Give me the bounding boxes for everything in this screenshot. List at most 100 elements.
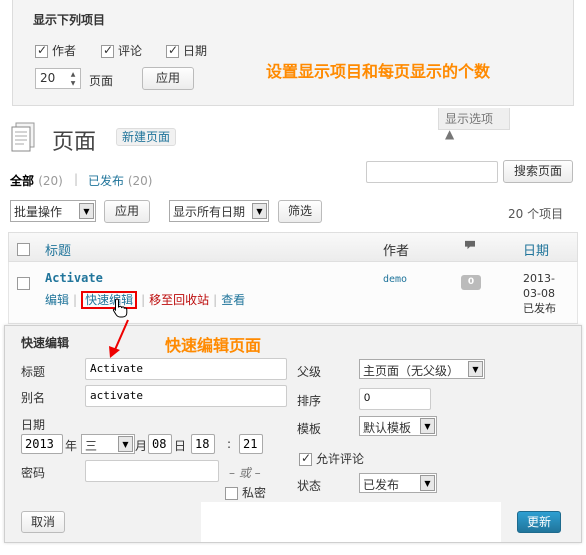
quick-edit-heading: 快速编辑 (21, 336, 70, 350)
date-option-label: 日期 (183, 44, 208, 58)
private-label: 私密 (242, 486, 267, 500)
items-count: 20 个项目 (508, 207, 564, 221)
screen-options-heading: 显示下列项目 (33, 13, 106, 27)
author-checkbox[interactable] (35, 43, 48, 58)
table-header: 标题 作者 日期 (8, 232, 578, 262)
title-field[interactable]: Activate (85, 358, 287, 380)
annotation-arrow-icon (109, 319, 129, 358)
trash-link[interactable]: 移至回收站 (149, 293, 209, 307)
edit-link[interactable]: 编辑 (45, 293, 69, 307)
status-field-label: 状态 (297, 479, 322, 493)
select-all-checkbox[interactable] (17, 243, 30, 256)
show-comments-option[interactable]: 评论 (101, 42, 142, 59)
parent-value: 主页面（无父级） (363, 364, 460, 378)
author-option-label: 作者 (52, 44, 77, 58)
chevron-down-icon: ▼ (468, 361, 483, 377)
order-field-label: 排序 (297, 394, 322, 408)
parent-select[interactable]: 主页面（无父级） ▼ (359, 359, 485, 379)
year-unit-label: 年 (65, 439, 78, 453)
per-page-label: 页面 (89, 74, 114, 88)
year-field[interactable]: 2013 (21, 434, 63, 454)
chevron-down-icon: ▼ (252, 203, 267, 219)
private-checkbox[interactable] (225, 487, 238, 500)
per-page-input[interactable]: 20 ▲ ▼ (35, 68, 81, 89)
status-select[interactable]: 已发布 ▼ (359, 473, 437, 493)
comments-option-label: 评论 (118, 44, 143, 58)
template-field-label: 模板 (297, 422, 322, 436)
quick-edit-annotation: 快速编辑页面 (165, 336, 262, 355)
month-select[interactable]: 三 ▼ (81, 434, 135, 454)
filter-all-link[interactable]: 全部 (20) (10, 172, 63, 189)
filter-separator: | (74, 172, 79, 186)
filter-published-count: (20) (127, 174, 153, 188)
template-value: 默认模板 (363, 421, 412, 435)
day-field[interactable]: 08 (148, 434, 172, 454)
update-button[interactable]: 更新 (517, 511, 561, 533)
month-value: 三 (85, 439, 98, 453)
comments-checkbox[interactable] (101, 43, 114, 58)
row-date: 2013- 03-08 已发布 (523, 272, 556, 315)
search-input[interactable] (366, 161, 498, 183)
date-checkbox[interactable] (166, 43, 179, 58)
chevron-down-icon: ▼ (420, 475, 435, 491)
screen-options-annotation: 设置显示项目和每页显示的个数 (266, 62, 491, 81)
or-separator: – 或 – (229, 466, 261, 480)
day-unit-label: 日 (174, 439, 187, 453)
apply-screen-options-button[interactable]: 应用 (142, 67, 194, 90)
quick-edit-link[interactable]: 快速编辑 (81, 291, 138, 309)
password-field-label: 密码 (21, 466, 46, 480)
status-value: 已发布 (363, 478, 400, 492)
page-title: 页面 (52, 130, 97, 155)
new-page-button[interactable]: 新建页面 (116, 128, 176, 146)
chevron-down-icon: ▼ (118, 436, 133, 452)
screen-options-panel: 显示下列项目 作者 评论 日期 20 ▲ ▼ 页面 应用 设置显示项目和每页显示… (12, 0, 574, 106)
hour-field[interactable]: 18 (191, 434, 215, 454)
spin-up-icon[interactable]: ▲ (67, 70, 79, 79)
filter-published-link[interactable]: 已发布 (20) (88, 172, 152, 189)
column-title-header[interactable]: 标题 (45, 240, 71, 259)
row-checkbox[interactable] (17, 277, 30, 290)
comment-bubble-icon (465, 240, 475, 250)
password-field[interactable] (85, 460, 219, 482)
column-author-header: 作者 (383, 244, 410, 259)
quick-edit-panel: 快速编辑 快速编辑页面 标题 Activate 别名 activate 日期 2… (4, 325, 582, 543)
spin-down-icon[interactable]: ▼ (67, 79, 79, 88)
date-filter-value: 显示所有日期 (173, 205, 246, 219)
row-title-link[interactable]: Activate (45, 271, 103, 285)
template-select[interactable]: 默认模板 ▼ (359, 416, 437, 436)
bulk-actions-select[interactable]: 批量操作 ▼ (10, 200, 96, 222)
title-field-label: 标题 (21, 365, 46, 379)
minute-field[interactable]: 21 (239, 434, 263, 454)
row-actions: 编辑 | 快速编辑 | 移至回收站 | 查看 (45, 291, 246, 309)
private-option[interactable]: 私密 (225, 484, 266, 501)
filter-published-label: 已发布 (88, 174, 125, 188)
allow-comments-option[interactable]: 允许评论 (299, 450, 364, 467)
row-author-link[interactable]: demo (383, 274, 407, 285)
parent-field-label: 父级 (297, 365, 322, 379)
screen-options-toggle[interactable]: 显示选项 ▲ (438, 108, 510, 141)
show-author-option[interactable]: 作者 (35, 42, 76, 59)
show-date-option[interactable]: 日期 (166, 42, 207, 59)
per-page-value: 20 (40, 71, 56, 85)
comment-count-badge[interactable]: 0 (461, 275, 481, 290)
order-field[interactable]: 0 (359, 388, 431, 410)
allow-comments-checkbox[interactable] (299, 451, 312, 466)
search-pages-button[interactable]: 搜索页面 (503, 160, 573, 183)
filter-all-label: 全部 (10, 174, 35, 188)
bulk-apply-button[interactable]: 应用 (104, 200, 150, 223)
bulk-actions-value: 批量操作 (14, 205, 63, 219)
filter-all-count: (20) (38, 174, 63, 188)
pages-icon (11, 122, 35, 152)
view-link[interactable]: 查看 (221, 293, 245, 307)
slug-field[interactable]: activate (85, 385, 287, 407)
chevron-down-icon: ▼ (420, 418, 435, 434)
date-filter-select[interactable]: 显示所有日期 ▼ (169, 200, 269, 222)
cancel-button[interactable]: 取消 (21, 511, 65, 533)
allow-comments-label: 允许评论 (316, 452, 365, 466)
hand-cursor-icon (112, 298, 128, 318)
date-field-label: 日期 (21, 418, 46, 432)
month-unit-label: 月 (135, 439, 148, 453)
filter-button[interactable]: 筛选 (278, 200, 322, 223)
blank-area (201, 502, 501, 542)
column-date-header[interactable]: 日期 (523, 240, 549, 259)
